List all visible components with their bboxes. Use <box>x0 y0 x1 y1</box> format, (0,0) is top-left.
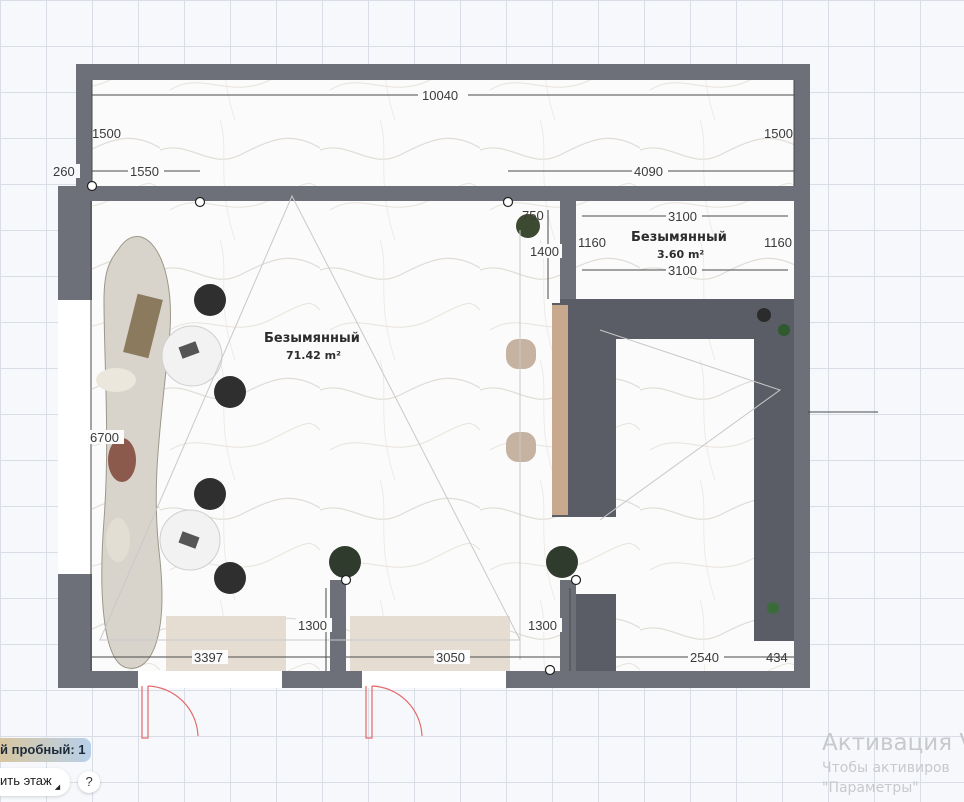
dim-niche-height-right: 1160 <box>764 235 792 250</box>
wall-node[interactable] <box>86 180 98 192</box>
dim-left-upper: 1500 <box>92 126 121 141</box>
wall-node[interactable] <box>340 574 352 586</box>
dim-niche-width-bottom: 3100 <box>668 263 697 278</box>
inner-wall-left <box>92 186 202 201</box>
watermark-line-1: Чтобы активиров <box>822 760 950 776</box>
wall-node[interactable] <box>194 196 206 208</box>
dim-bottom-mid: 3050 <box>436 650 465 665</box>
doors[interactable] <box>141 685 423 739</box>
lounge-chair-2[interactable] <box>214 376 246 408</box>
lounge-chair-3[interactable] <box>194 478 226 510</box>
dim-segment-left: 1550 <box>130 164 159 179</box>
wall-node[interactable] <box>502 196 514 208</box>
dim-wall-1300-left: 1300 <box>298 618 327 633</box>
dim-right-upper: 1500 <box>764 126 793 141</box>
dim-wall-left: 260 <box>53 164 75 179</box>
dim-segment-right: 4090 <box>634 164 663 179</box>
sofa-cushion-3 <box>106 518 130 562</box>
dim-bottom-left: 3397 <box>194 650 223 665</box>
room-area-main: 71.42 m² <box>286 349 341 362</box>
door-middle[interactable] <box>365 685 423 739</box>
coffee-table-1[interactable] <box>161 325 223 387</box>
plant-bottom-left <box>329 546 361 578</box>
room-area-small: 3.60 m² <box>657 248 704 261</box>
wall-node[interactable] <box>570 574 582 586</box>
bottom-column-mid <box>330 580 346 688</box>
left-wall-upper <box>58 186 92 300</box>
plant-bottom-right <box>546 546 578 578</box>
bottom-column-right <box>560 580 576 688</box>
partition-wall <box>560 201 576 299</box>
floor-action-button[interactable]: ить этаж <box>0 768 71 796</box>
dim-top-width: 10040 <box>422 88 458 103</box>
dim-niche-width-top: 3100 <box>668 209 697 224</box>
floor-name-badge[interactable]: й пробный: 1 <box>0 738 92 762</box>
bar-stool-2[interactable] <box>506 432 536 462</box>
lounge-chair-1[interactable] <box>194 284 226 316</box>
kitchen-tall-cabinet[interactable] <box>576 594 616 671</box>
cooktop[interactable] <box>757 308 771 322</box>
kitchen-counter-right[interactable] <box>754 339 794 641</box>
dim-left-height: 6700 <box>90 430 119 445</box>
lounge-chair-4[interactable] <box>214 562 246 594</box>
dim-bottom-corner: 434 <box>766 650 788 665</box>
wall-node[interactable] <box>544 664 556 676</box>
inner-wall-right <box>508 186 810 201</box>
dim-small-750: 750 <box>522 208 544 223</box>
sofa-cushion-1 <box>96 368 136 392</box>
bottom-cabinet-mid[interactable] <box>350 616 510 671</box>
dim-wall-1300-right: 1300 <box>528 618 557 633</box>
left-window-bay <box>58 300 92 574</box>
bar-stool-1[interactable] <box>506 339 536 369</box>
floor-controls: ить этаж ? <box>0 768 101 796</box>
dim-niche-height-left: 1160 <box>578 235 606 250</box>
sink-plant <box>778 324 790 336</box>
left-wall-lower <box>58 574 92 688</box>
room-name-main[interactable]: Безымянный <box>264 331 360 346</box>
door-left[interactable] <box>141 685 199 739</box>
watermark-line-2: "Параметры" <box>822 780 919 796</box>
dim-small-1400: 1400 <box>530 244 559 259</box>
dim-bottom-right: 2540 <box>690 650 719 665</box>
floor-name-label: й пробный: 1 <box>0 742 86 757</box>
help-button[interactable]: ? <box>78 771 101 793</box>
counter-plant <box>767 602 779 614</box>
room-name-small[interactable]: Безымянный <box>631 230 727 245</box>
island-wood-top[interactable] <box>552 305 568 515</box>
floor-surfaces <box>58 80 794 671</box>
floor-plan-canvas[interactable]: 10040 1500 1500 260 1550 4090 3100 3100 … <box>0 0 964 802</box>
windows-activation-watermark: Активация V Чтобы активиров "Параметры" <box>822 730 964 796</box>
watermark-title: Активация V <box>822 730 964 756</box>
